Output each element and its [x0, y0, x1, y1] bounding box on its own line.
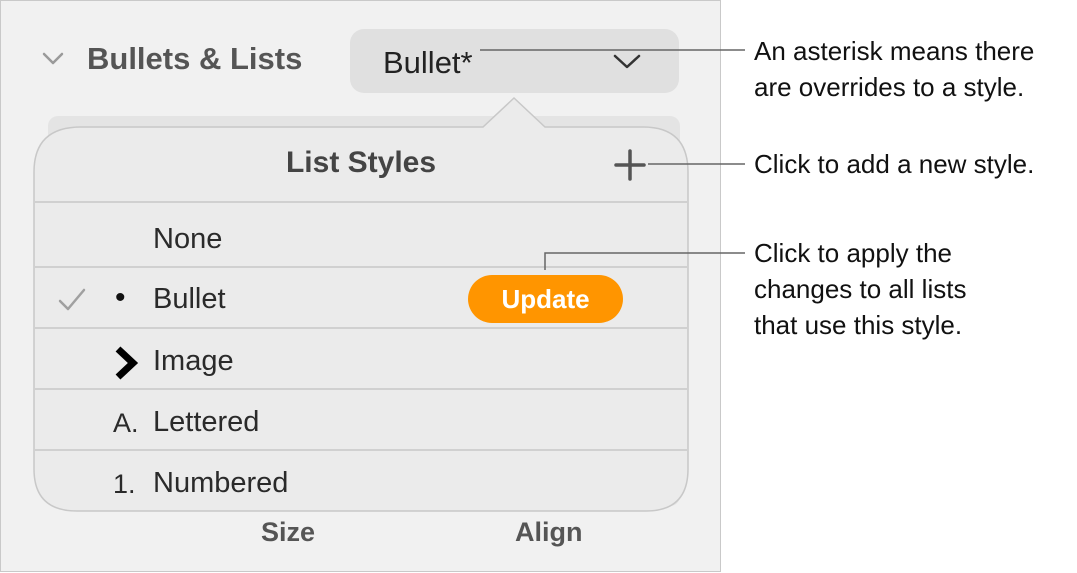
callout-line: that use this style. [754, 310, 963, 340]
callout-asterisk: An asterisk means there are overrides to… [754, 33, 1034, 105]
callout-update: Click to apply the changes to all lists … [754, 235, 966, 343]
callout-line: changes to all lists [754, 274, 967, 304]
callout-line: Click to add a new style. [754, 149, 1035, 179]
callout-line: Click to apply the [754, 238, 952, 268]
callout-line: An asterisk means there [754, 36, 1035, 66]
callout-add-style: Click to add a new style. [754, 146, 1034, 182]
callout-line: are overrides to a style. [754, 72, 1025, 102]
